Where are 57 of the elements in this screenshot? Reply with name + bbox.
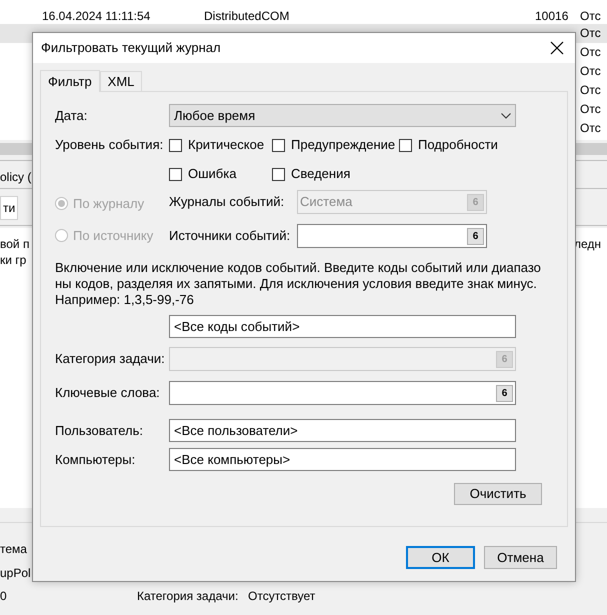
status-cell: Отс — [580, 121, 601, 136]
tab[interactable]: ти — [0, 196, 18, 220]
checkbox[interactable] — [272, 138, 285, 152]
date-cell-text: 16.04.2024 11:11:54 — [42, 8, 150, 25]
window-title: Фильтровать текущий журнал — [41, 39, 221, 58]
detail-value: Отсутствует — [248, 588, 316, 605]
checkbox-label: Ошибка — [188, 165, 236, 183]
date-dropdown[interactable]: Любое время — [169, 104, 516, 127]
detail-text: 0 — [0, 588, 7, 605]
event-id-cell-text: 10016 — [535, 8, 568, 25]
detail-text: ки гр — [0, 252, 26, 269]
detail-label: Категория задачи: — [137, 588, 238, 605]
text-field[interactable]: <Все коды событий> — [169, 315, 516, 338]
checkbox[interactable] — [272, 168, 285, 180]
field-label: Уровень события: — [55, 136, 164, 154]
status-cell-text: Отс — [580, 8, 601, 25]
cancel-button[interactable]: Отмена — [484, 546, 557, 569]
status-cell: Отс — [580, 102, 601, 117]
checkbox[interactable] — [169, 138, 182, 152]
field-label: Дата: — [55, 106, 88, 125]
detail-text: тема — [0, 541, 27, 558]
status-cell: Отс — [580, 26, 601, 41]
description-text: Включение или исключение кодов событий. Введите коды событий или диапазоны кодов, разделяя их запятыми. Для исключения условия введите знак минус. Например: 1,3,5-99,-76 — [55, 260, 542, 308]
status-cell: Отс — [580, 83, 601, 98]
field-label: Компьютеры: — [55, 450, 136, 469]
tab[interactable]: Фильтр — [40, 70, 100, 92]
source-cell-text: DistributedCOM — [204, 8, 290, 25]
picker-button[interactable]: 6 — [496, 384, 513, 402]
radio-label: По журналу — [73, 195, 144, 213]
text-field[interactable]: <Все пользователи> — [169, 419, 516, 442]
field-value: Система — [300, 193, 352, 212]
close-icon — [550, 41, 564, 55]
checkbox-label: Предупреждение — [291, 136, 396, 154]
field-label: Ключевые слова: — [55, 384, 161, 402]
checkbox-label: Подробности — [418, 136, 498, 154]
field-label: Источники событий: — [169, 227, 292, 246]
checkbox-label: Сведения — [291, 165, 350, 183]
chevron-icon — [501, 112, 511, 118]
field-label: Пользователь: — [55, 422, 144, 440]
detail-text: upPol — [0, 565, 31, 582]
checkbox[interactable] — [399, 138, 412, 152]
field-label: Журналы событий: — [169, 193, 286, 212]
detail-text: вой п — [0, 236, 30, 253]
row-text: olicy ( — [0, 169, 32, 186]
checkbox-label: Критическое — [188, 136, 264, 154]
text-field[interactable]: <Все компьютеры> — [169, 448, 516, 471]
radio-label: По источнику — [73, 226, 154, 245]
status-cell: Отс — [580, 45, 601, 60]
ok-button[interactable]: ОК — [406, 546, 475, 569]
status-cell: Отс — [580, 64, 601, 79]
picker-button[interactable]: 6 — [467, 228, 484, 244]
clear-button[interactable]: Очистить — [454, 483, 542, 505]
dropdown-field[interactable]: 6 — [169, 381, 516, 405]
checkbox[interactable] — [169, 168, 182, 180]
dropdown-field[interactable]: 6 — [297, 224, 487, 248]
tab[interactable]: XML — [100, 71, 142, 91]
field-label: Категория задачи: — [55, 350, 166, 368]
